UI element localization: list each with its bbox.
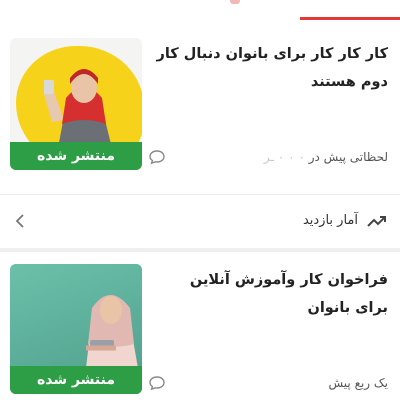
- post-thumbnail[interactable]: منتشر شده: [10, 38, 142, 170]
- trending-up-icon: [367, 216, 386, 227]
- chevron-left-icon[interactable]: [14, 213, 26, 229]
- post-card: منتشر شده فراخوان کار وآموزش آنلاین برای…: [0, 252, 400, 400]
- post-time: یک ربع پیش: [329, 376, 389, 390]
- post-title[interactable]: کار کار کار برای بانوان دنبال کار دوم هس…: [156, 40, 388, 96]
- woman-illustration: [44, 69, 112, 148]
- post-title[interactable]: فراخوان کار وآموزش آنلاین برای بانوان: [156, 266, 388, 322]
- comment-icon[interactable]: [148, 148, 166, 166]
- active-tab-indicator: [300, 17, 400, 20]
- tab-indicator-secondary: [230, 0, 240, 4]
- woman-illustration: [86, 295, 138, 368]
- view-stats-row[interactable]: آمار بازدید: [0, 195, 400, 248]
- post-time-faded: ۰ ۰ ۰ ـر: [263, 150, 305, 164]
- post-time: لحظاتی پیش در ۰ ۰ ۰ ـر: [264, 150, 388, 164]
- post-time-text: لحظاتی پیش در: [308, 150, 388, 164]
- comment-icon[interactable]: [148, 374, 166, 392]
- view-stats-label: آمار بازدید: [302, 213, 358, 228]
- post-thumbnail[interactable]: منتشر شده: [10, 264, 142, 394]
- published-badge: منتشر شده: [10, 366, 142, 394]
- post-card: منتشر شده کار کار کار برای بانوان دنبال …: [0, 22, 400, 248]
- published-badge: منتشر شده: [10, 142, 142, 170]
- top-tab-bar: [0, 0, 400, 22]
- post-time-text: یک ربع پیش: [328, 376, 389, 390]
